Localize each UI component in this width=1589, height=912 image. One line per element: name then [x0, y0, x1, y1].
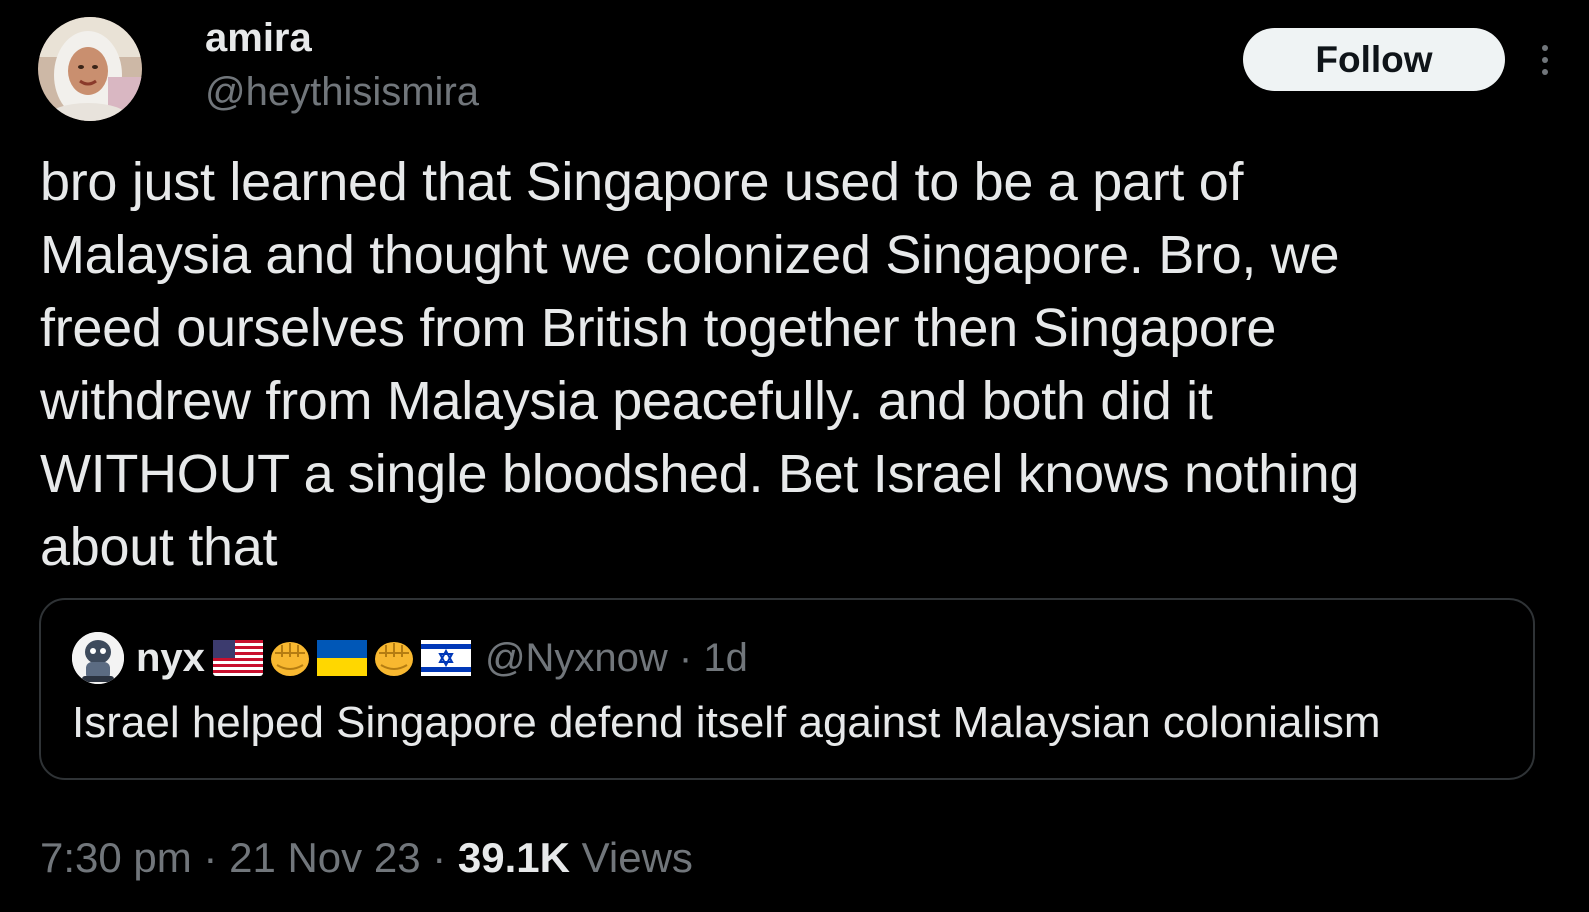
- author-handle[interactable]: @heythisismira: [205, 68, 479, 116]
- profile-photo-icon: [38, 17, 142, 121]
- meta-separator: ·: [420, 834, 458, 881]
- raised-fist-icon: [374, 642, 413, 676]
- tweet: amira @heythisismira Follow bro just lea…: [0, 0, 1589, 912]
- author-display-name[interactable]: amira: [205, 14, 312, 62]
- tweet-time[interactable]: 7:30 pm: [40, 834, 192, 881]
- israel-flag-icon: [420, 640, 471, 676]
- follow-button[interactable]: Follow: [1243, 28, 1505, 91]
- quoted-author-name[interactable]: nyx: [136, 636, 205, 681]
- meta-separator: ·: [191, 834, 230, 881]
- quoted-header: nyx @Nyxnow · 1d: [136, 630, 748, 686]
- more-dot: [1542, 69, 1548, 75]
- views-label: Views: [569, 834, 693, 881]
- cartoon-avatar-icon: [72, 632, 124, 684]
- more-dot: [1542, 57, 1548, 63]
- more-dot: [1542, 45, 1548, 51]
- quoted-handle-time[interactable]: @Nyxnow · 1d: [485, 636, 748, 681]
- quoted-author-avatar[interactable]: [72, 632, 124, 684]
- raised-fist-icon: [270, 642, 309, 676]
- quoted-text: Israel helped Singapore defend itself ag…: [72, 698, 1381, 747]
- tweet-text: bro just learned that Singapore used to …: [40, 152, 1360, 577]
- us-flag-icon: [212, 640, 263, 676]
- tweet-meta: 7:30 pm · 21 Nov 23 · 39.1K Views: [40, 830, 693, 886]
- tweet-date[interactable]: 21 Nov 23: [229, 834, 420, 881]
- more-vertical-icon[interactable]: [1530, 36, 1560, 84]
- ukraine-flag-icon: [316, 640, 367, 676]
- quoted-tweet[interactable]: nyx @Nyxnow · 1d Israel helped Singapore…: [39, 598, 1535, 780]
- views-count: 39.1K: [457, 834, 570, 881]
- author-avatar[interactable]: [38, 17, 142, 121]
